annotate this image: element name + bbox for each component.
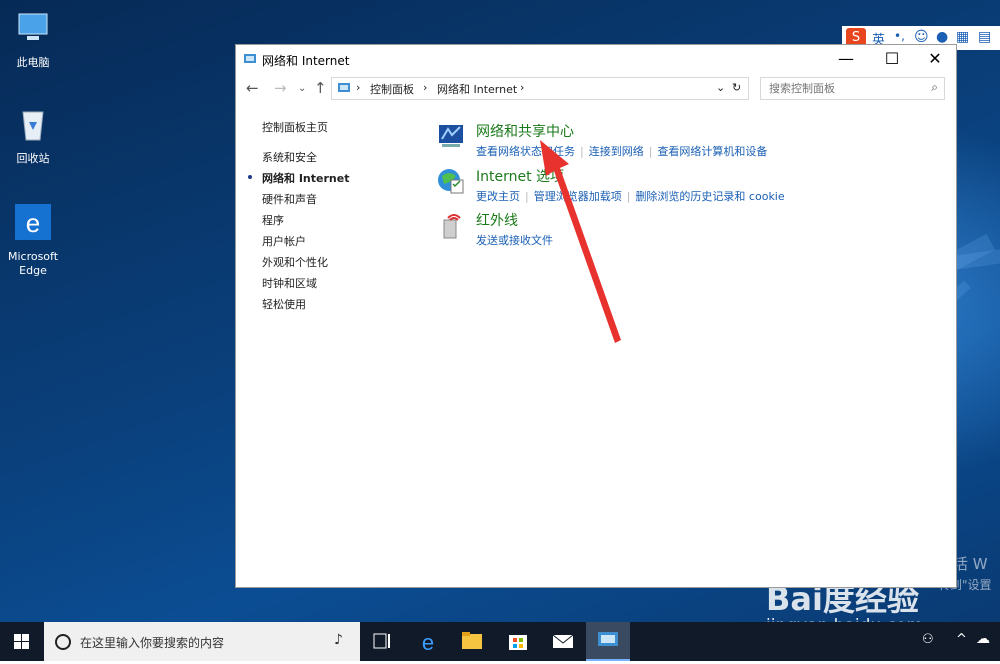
control-panel-icon (244, 54, 256, 63)
taskbar-search-box[interactable]: 在这里输入你要搜索的内容 ♪ (44, 622, 360, 661)
category-links: 查看网络状态和任务 | 连接到网络 | 查看网络计算机和设备 (476, 143, 767, 159)
sidebar-item-system-security[interactable]: 系统和安全 (262, 149, 317, 165)
close-button[interactable]: ✕ (913, 45, 957, 75)
category-title[interactable]: 红外线 (476, 210, 518, 230)
forward-icon[interactable]: → (274, 79, 287, 97)
back-icon[interactable]: ← (246, 79, 259, 97)
microphone-icon[interactable]: ● (936, 29, 948, 45)
link-delete-history[interactable]: 删除浏览的历史记录和 cookie (635, 190, 784, 203)
sidebar-item-clock-region[interactable]: 时钟和区域 (262, 275, 317, 291)
breadcrumb-separator-icon[interactable]: › (423, 81, 427, 94)
file-explorer-icon[interactable] (450, 622, 494, 661)
category-links: 发送或接收文件 (476, 232, 553, 248)
sidebar-item-ease-of-access[interactable]: 轻松使用 (262, 296, 306, 312)
address-bar[interactable]: › 控制面板 › 网络和 Internet › ⌄ ↻ (331, 77, 749, 100)
link-send-receive-files[interactable]: 发送或接收文件 (476, 234, 553, 247)
show-hidden-icons-icon[interactable]: ^ (956, 632, 967, 647)
recycle-bin-icon (22, 111, 44, 141)
sidebar-item-hardware-sound[interactable]: 硬件和声音 (262, 191, 317, 207)
link-view-network-status[interactable]: 查看网络状态和任务 (476, 145, 575, 158)
refresh-icon[interactable]: ↻ (732, 81, 741, 94)
task-view-icon[interactable] (360, 622, 404, 661)
control-panel-window: 网络和 Internet — ☐ ✕ ← → ⌄ ↑ › 控制面板 › 网络和 … (236, 45, 956, 587)
category-links: 更改主页 | 管理浏览器加载项 | 删除浏览的历史记录和 cookie (476, 188, 785, 204)
mail-icon[interactable] (541, 622, 585, 661)
desktop-icon-edge[interactable]: e Microsoft Edge (0, 202, 68, 278)
punctuation-icon[interactable]: •, (894, 29, 905, 43)
start-button[interactable] (0, 622, 44, 661)
search-input[interactable] (767, 78, 921, 99)
link-change-home-page[interactable]: 更改主页 (476, 190, 520, 203)
link-separator: | (580, 145, 584, 158)
weather-icon[interactable]: ☁ (976, 631, 990, 647)
sidebar-item-label: 网络和 Internet (262, 172, 350, 185)
people-icon[interactable]: ⚇ (922, 632, 934, 647)
link-separator: | (525, 190, 529, 203)
computer-icon (18, 13, 48, 40)
sidebar-item-user-accounts[interactable]: 用户帐户 (262, 233, 306, 249)
svg-text:e: e (26, 208, 40, 238)
sidebar-item-network-internet: 网络和 Internet (248, 170, 350, 186)
cortana-icon (55, 634, 71, 650)
control-panel-icon[interactable] (586, 622, 630, 661)
desktop-icon-this-pc[interactable]: 此电脑 (0, 8, 68, 70)
breadcrumb-separator-icon[interactable]: › (356, 81, 360, 94)
store-icon[interactable] (496, 622, 540, 661)
navigation-bar: ← → ⌄ ↑ › 控制面板 › 网络和 Internet › ⌄ ↻ ⌕ (236, 75, 956, 103)
keyboard-icon[interactable]: ▦ (956, 29, 969, 45)
taskbar: 在这里输入你要搜索的内容 ♪ e ⚇ ^ ☁ (0, 622, 1000, 661)
windows-logo-icon (14, 634, 29, 649)
current-item-bullet (248, 175, 252, 179)
control-panel-icon (338, 83, 350, 92)
category-title[interactable]: Internet 选项 (476, 166, 564, 186)
desktop-icon-label: Microsoft Edge (7, 250, 59, 277)
sidebar-item-home[interactable]: 控制面板主页 (262, 119, 328, 135)
svg-text:e: e (422, 630, 434, 655)
sidebar-item-appearance[interactable]: 外观和个性化 (262, 254, 328, 270)
sidebar-item-programs[interactable]: 程序 (262, 212, 284, 228)
maximize-button[interactable]: ☐ (870, 45, 914, 75)
toolbox-icon[interactable]: ▤ (978, 29, 991, 45)
breadcrumb-network-internet[interactable]: 网络和 Internet (437, 81, 517, 97)
search-box[interactable]: ⌕ (760, 77, 945, 100)
up-icon[interactable]: ↑ (314, 79, 327, 97)
network-sharing-center-icon (439, 125, 463, 147)
taskbar-search-placeholder: 在这里输入你要搜索的内容 (80, 636, 225, 650)
title-bar[interactable]: 网络和 Internet — ☐ ✕ (236, 45, 956, 75)
link-manage-add-ons[interactable]: 管理浏览器加载项 (534, 190, 622, 203)
link-separator: | (626, 190, 631, 203)
edge-icon[interactable]: e (406, 622, 450, 661)
edge-icon: e (15, 204, 51, 240)
address-dropdown-icon[interactable]: ⌄ (716, 81, 725, 94)
minimize-button[interactable]: — (824, 45, 868, 75)
window-title: 网络和 Internet (262, 54, 350, 68)
microphone-icon[interactable]: ♪ (334, 632, 343, 648)
link-separator: | (648, 145, 653, 158)
desktop-icon-recycle-bin[interactable]: 回收站 (0, 104, 68, 166)
emoji-icon[interactable]: ☺ (914, 29, 929, 45)
recent-locations-icon[interactable]: ⌄ (298, 83, 306, 94)
search-icon[interactable]: ⌕ (931, 80, 938, 95)
infrared-icon (443, 214, 461, 239)
internet-options-icon (438, 169, 464, 194)
breadcrumb-control-panel[interactable]: 控制面板 (370, 81, 414, 97)
breadcrumb-separator-icon[interactable]: › (520, 81, 524, 94)
category-title[interactable]: 网络和共享中心 (476, 121, 574, 141)
desktop-icon-label: 回收站 (16, 152, 50, 165)
desktop-icon-label: 此电脑 (16, 56, 50, 69)
link-connect-to-network[interactable]: 连接到网络 (589, 145, 644, 158)
link-view-network-computers[interactable]: 查看网络计算机和设备 (657, 145, 767, 158)
